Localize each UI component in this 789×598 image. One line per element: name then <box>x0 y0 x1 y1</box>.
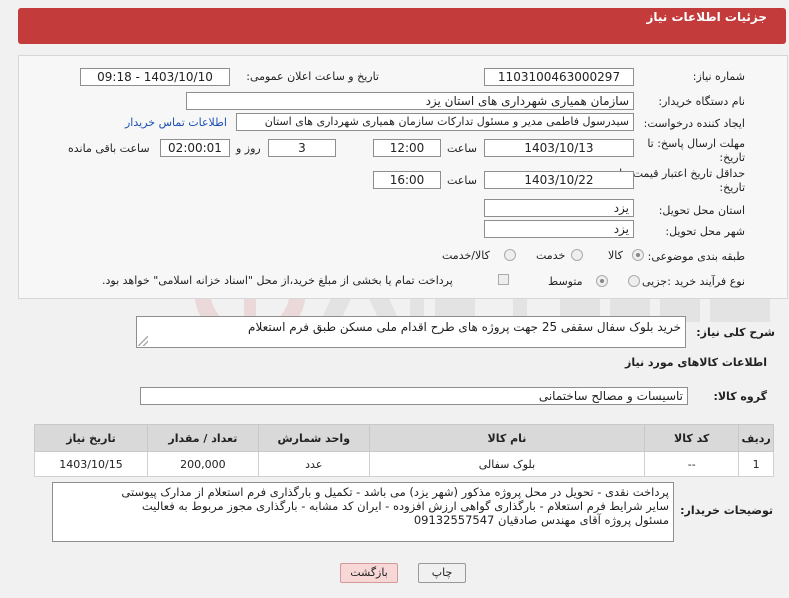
requester-field: سیدرسول فاطمی مدیر و مسئول تدارکات سازما… <box>236 113 634 131</box>
cell-unit: عدد <box>257 451 370 477</box>
province-label: استان محل تحویل: <box>658 204 745 217</box>
requester-label: ایجاد کننده درخواست: <box>643 117 745 130</box>
need-number-field: 1103100463000297 <box>484 68 634 86</box>
validity-time-field: 16:00 <box>373 171 441 189</box>
buyer-notes-line: پرداخت نقدی - تحویل در محل پروژه مذکور (… <box>121 485 669 499</box>
cell-code: -- <box>644 451 740 477</box>
validity-date-field: 1403/10/22 <box>484 171 634 189</box>
col-name: نام کالا <box>368 424 646 452</box>
buyer-org-field: سازمان همیاری شهرداری های استان یزد <box>186 92 634 110</box>
deadline-label: مهلت ارسال پاسخ: تا <box>647 137 745 150</box>
buyer-notes-label: توضیحات خریدار: <box>680 504 773 517</box>
cell-row: 1 <box>738 451 774 477</box>
announce-date-label: تاریخ و ساعت اعلان عمومی: <box>246 70 379 83</box>
col-code: کد کالا <box>644 424 740 452</box>
goods-section-title: اطلاعات کالاهای مورد نیاز <box>625 356 767 369</box>
goods-group-field: تاسیسات و مصالح ساختمانی <box>140 387 688 405</box>
validity-label-date: تاریخ: <box>719 181 745 194</box>
cell-date: 1403/10/15 <box>34 451 148 477</box>
buyer-notes-line: سایر شرایط فرم استعلام - بارگذاری گواهی … <box>141 499 669 513</box>
treasury-payment-note: پرداخت تمام یا بخشی از مبلغ خرید،از محل … <box>102 274 453 287</box>
col-unit: واحد شمارش <box>257 424 370 452</box>
category-radio-both[interactable] <box>504 249 516 261</box>
deadline-label-date: تاریخ: <box>719 151 745 164</box>
process-radio-minor[interactable] <box>628 275 640 287</box>
days-remaining-field: 3 <box>268 139 336 157</box>
goods-group-label: گروه کالا: <box>713 390 767 403</box>
cell-quantity: 200,000 <box>147 451 259 477</box>
table-row[interactable]: 1 -- بلوک سفالی عدد 200,000 1403/10/15 <box>34 451 774 477</box>
col-row: ردیف <box>738 424 774 452</box>
goods-table: ردیف کد کالا نام کالا واحد شمارش تعداد /… <box>34 424 774 477</box>
buyer-notes-textarea: پرداخت نقدی - تحویل در محل پروژه مذکور (… <box>52 482 674 542</box>
col-date: تاریخ نیاز <box>34 424 148 452</box>
print-button[interactable]: چاپ <box>418 563 466 583</box>
category-radio-goods[interactable] <box>632 249 644 261</box>
category-radio-service[interactable] <box>571 249 583 261</box>
buyer-notes-line: مسئول پروژه آقای مهندس صادقیان 091325575… <box>413 513 669 527</box>
days-label: روز و <box>236 142 261 155</box>
validity-label: حداقل تاریخ اعتبار قیمت: تا <box>619 167 745 180</box>
deadline-time-label: ساعت <box>447 142 477 155</box>
time-remaining-label: ساعت باقی مانده <box>68 142 150 155</box>
province-field: یزد <box>484 199 634 217</box>
validity-time-label: ساعت <box>447 174 477 187</box>
resize-handle-icon[interactable] <box>138 336 148 346</box>
cell-name: بلوک سفالی <box>368 451 646 477</box>
deadline-date-field: 1403/10/13 <box>484 139 634 157</box>
deadline-time-field: 12:00 <box>373 139 441 157</box>
process-option-medium: متوسط <box>548 275 583 288</box>
process-label: نوع فرآیند خرید : <box>667 275 745 288</box>
buyer-contact-link[interactable]: اطلاعات تماس خریدار <box>125 116 227 129</box>
category-option-service: خدمت <box>536 249 566 262</box>
city-label: شهر محل تحویل: <box>665 225 745 238</box>
time-remaining-field: 02:00:01 <box>160 139 230 157</box>
description-textarea: خرید بلوک سفال سقفی 25 جهت پروژه های طرح… <box>136 316 686 348</box>
description-label: شرح کلی نیاز: <box>696 326 775 339</box>
buyer-org-label: نام دستگاه خریدار: <box>658 95 745 108</box>
treasury-payment-checkbox[interactable] <box>498 274 509 285</box>
need-number-label: شماره نیاز: <box>692 70 745 83</box>
city-field: یزد <box>484 220 634 238</box>
page-title: جزئیات اطلاعات نیاز <box>646 10 767 24</box>
category-option-both: کالا/خدمت <box>442 249 490 262</box>
category-option-goods: کالا <box>608 249 623 262</box>
goods-table-header: ردیف کد کالا نام کالا واحد شمارش تعداد /… <box>34 424 774 452</box>
category-label: طبقه بندی موضوعی: <box>647 250 745 263</box>
process-option-minor: جزیی <box>642 275 668 288</box>
back-button[interactable]: بازگشت <box>340 563 398 583</box>
process-radio-medium[interactable] <box>596 275 608 287</box>
announce-date-field: 1403/10/10 - 09:18 <box>80 68 230 86</box>
col-quantity: تعداد / مقدار <box>147 424 259 452</box>
